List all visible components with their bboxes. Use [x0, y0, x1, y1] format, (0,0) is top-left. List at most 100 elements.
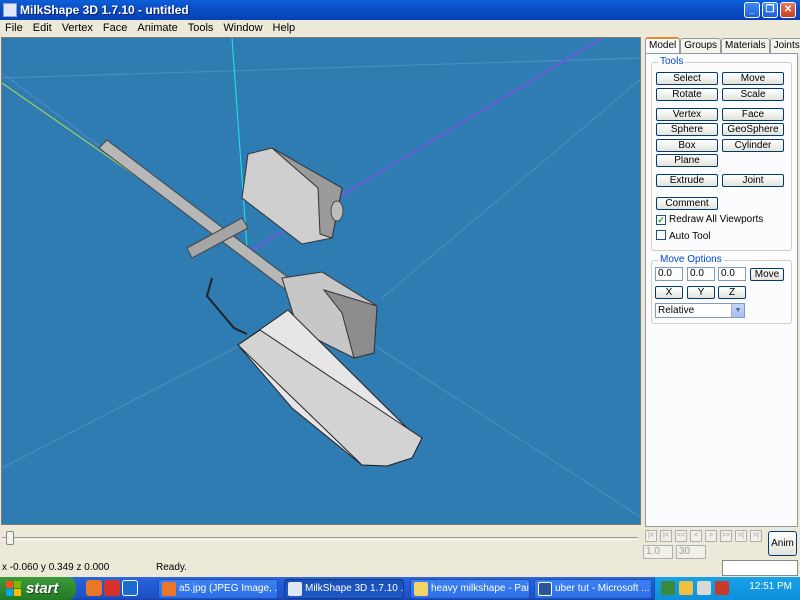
rewind-icon[interactable]: <<	[675, 530, 687, 542]
status-text: Ready.	[156, 562, 187, 573]
tray-security-icon[interactable]	[679, 581, 693, 595]
task-milkshape[interactable]: MilkShape 3D 1.7.10 ...	[284, 579, 404, 599]
tools-group-label: Tools	[658, 56, 686, 67]
model-panel: Model Groups Materials Joints Tools Sele…	[645, 37, 800, 527]
tab-joints[interactable]: Joints	[769, 38, 800, 54]
title-bar: MilkShape 3D 1.7.10 - untitled _ ❐ ✕	[0, 0, 800, 20]
status-field	[722, 560, 798, 576]
first-frame-icon[interactable]: |<	[645, 530, 657, 542]
geosphere-button[interactable]: GeoSphere	[722, 123, 784, 136]
redraw-all-viewports-checkbox[interactable]: ✓ Redraw All Viewports	[656, 214, 763, 225]
menu-bar: File Edit Vertex Face Animate Tools Wind…	[0, 20, 800, 36]
auto-tool-checkbox[interactable]: Auto Tool	[656, 230, 711, 242]
face-button[interactable]: Face	[722, 108, 784, 121]
paint-task-icon	[414, 582, 428, 596]
end-frame-field[interactable]: 30	[676, 545, 706, 559]
milkshape-app-icon	[3, 3, 17, 17]
cursor-coordinates: x -0.060 y 0.349 z 0.000	[2, 562, 110, 573]
forward-icon[interactable]: >>	[720, 530, 732, 542]
axis-y-button[interactable]: Y	[687, 286, 715, 299]
extrude-button[interactable]: Extrude	[656, 174, 718, 187]
menu-face[interactable]: Face	[98, 20, 132, 36]
start-frame-field[interactable]: 1.0	[643, 545, 673, 559]
viewport-scene	[2, 38, 640, 518]
task-label: uber tut - Microsoft ...	[555, 583, 650, 594]
menu-tools[interactable]: Tools	[183, 20, 219, 36]
scale-button[interactable]: Scale	[722, 88, 784, 101]
taskbar-clock[interactable]: 12:51 PM	[749, 581, 792, 592]
vertex-button[interactable]: Vertex	[656, 108, 718, 121]
prev-key-icon[interactable]: |<	[660, 530, 672, 542]
next-frame-icon[interactable]: >	[705, 530, 717, 542]
task-a5-jpg[interactable]: a5.jpg (JPEG Image, ...	[158, 579, 278, 599]
menu-help[interactable]: Help	[268, 20, 301, 36]
task-word[interactable]: uber tut - Microsoft ...	[534, 579, 652, 599]
rotate-button[interactable]: Rotate	[656, 88, 718, 101]
aim-icon[interactable]	[104, 580, 120, 596]
system-tray: 12:51 PM	[654, 577, 800, 600]
move-options-label: Move Options	[658, 254, 724, 265]
task-label: a5.jpg (JPEG Image, ...	[179, 583, 278, 594]
tray-antivirus-icon[interactable]	[715, 581, 729, 595]
menu-edit[interactable]: Edit	[28, 20, 57, 36]
move-tool-button[interactable]: Move	[722, 72, 784, 85]
tray-volume-icon[interactable]	[697, 581, 711, 595]
auto-tool-label: Auto Tool	[669, 231, 711, 242]
task-label: heavy milkshape - Paint	[431, 583, 530, 594]
axis-x-button[interactable]: X	[655, 286, 683, 299]
windows-taskbar: start a5.jpg (JPEG Image, ... MilkShape …	[0, 577, 800, 600]
task-paint[interactable]: heavy milkshape - Paint	[410, 579, 530, 599]
move-apply-button[interactable]: Move	[750, 268, 784, 281]
start-label: start	[26, 580, 59, 597]
axis-z-button[interactable]: Z	[718, 286, 746, 299]
select-button[interactable]: Select	[656, 72, 718, 85]
prev-frame-icon[interactable]: <	[690, 530, 702, 542]
media-player-icon[interactable]	[122, 580, 138, 596]
menu-vertex[interactable]: Vertex	[57, 20, 98, 36]
panel-body: Tools Select Move Rotate Scale Vertex Fa…	[645, 53, 798, 527]
menu-window[interactable]: Window	[218, 20, 267, 36]
word-task-icon	[538, 582, 552, 596]
box-button[interactable]: Box	[656, 139, 718, 152]
joint-button[interactable]: Joint	[722, 174, 784, 187]
firefox-icon[interactable]	[86, 580, 102, 596]
anim-button[interactable]: Anim	[768, 531, 797, 556]
3d-viewport[interactable]	[1, 37, 641, 525]
frame-slider-thumb[interactable]	[6, 531, 14, 545]
minimize-icon[interactable]: _	[744, 2, 760, 18]
next-key-icon[interactable]: >|	[735, 530, 747, 542]
move-mode-value: Relative	[658, 305, 695, 316]
window-title: MilkShape 3D 1.7.10 - untitled	[20, 3, 189, 17]
milkshape-task-icon	[288, 582, 302, 596]
tab-groups[interactable]: Groups	[680, 38, 722, 54]
move-x-field[interactable]: 0.0	[655, 267, 683, 281]
menu-file[interactable]: File	[0, 20, 28, 36]
move-mode-select[interactable]: Relative ▼	[655, 303, 745, 318]
cylinder-button[interactable]: Cylinder	[722, 139, 784, 152]
move-z-field[interactable]: 0.0	[718, 267, 746, 281]
restore-icon[interactable]: ❐	[762, 2, 778, 18]
sphere-button[interactable]: Sphere	[656, 123, 718, 136]
task-label: MilkShape 3D 1.7.10 ...	[305, 583, 404, 594]
plane-button[interactable]: Plane	[656, 154, 718, 167]
chevron-down-icon: ▼	[731, 304, 744, 317]
comment-button[interactable]: Comment	[656, 197, 718, 210]
close-icon[interactable]: ✕	[780, 2, 796, 18]
frame-slider-track[interactable]	[2, 537, 638, 540]
y-axis-line	[231, 38, 248, 249]
menu-animate[interactable]: Animate	[132, 20, 182, 36]
windows-flag-icon	[6, 581, 21, 596]
checkmark-icon: ✓	[656, 215, 666, 225]
panel-tabs: Model Groups Materials Joints	[645, 37, 800, 54]
animation-bar: |< |< << < > >> >| >| 1.0 30	[0, 527, 800, 560]
milkshape-window: MilkShape 3D 1.7.10 - untitled _ ❐ ✕ Fil…	[0, 0, 800, 600]
start-button[interactable]: start	[0, 577, 76, 600]
last-frame-icon[interactable]: >|	[750, 530, 762, 542]
auto-tool-box	[656, 230, 666, 240]
status-bar: x -0.060 y 0.349 z 0.000 Ready.	[0, 560, 800, 577]
tab-materials[interactable]: Materials	[721, 38, 770, 54]
redraw-all-viewports-label: Redraw All Viewports	[669, 214, 764, 225]
tab-model[interactable]: Model	[645, 37, 681, 54]
tray-network-icon[interactable]	[661, 581, 675, 595]
move-y-field[interactable]: 0.0	[687, 267, 715, 281]
